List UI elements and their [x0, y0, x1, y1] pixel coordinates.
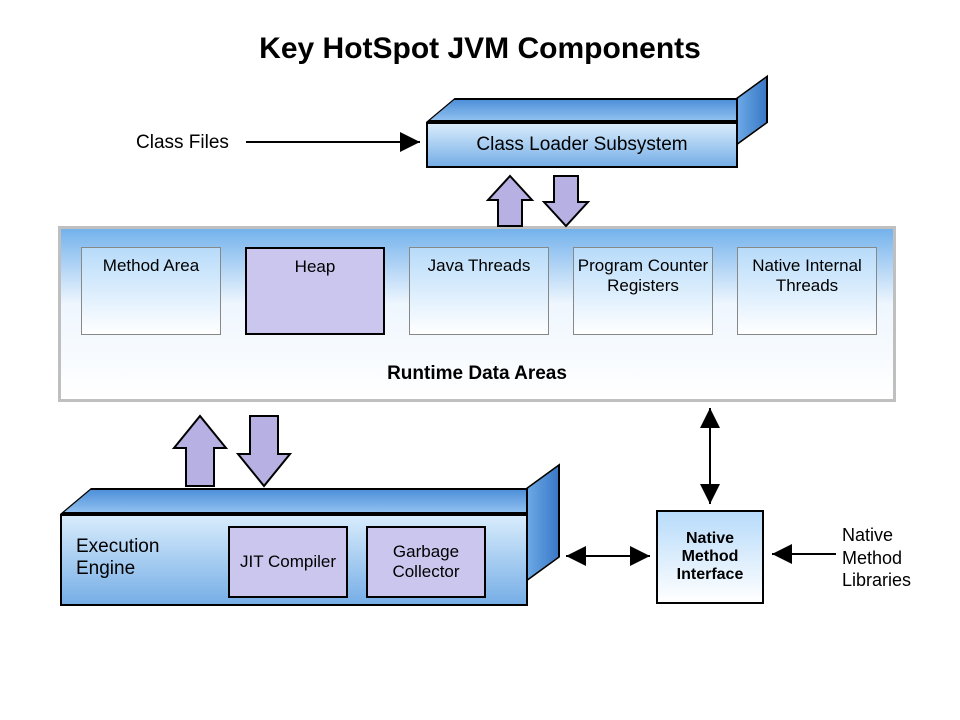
- block-arrow-up-exec: [174, 416, 226, 486]
- method-area-box: Method Area: [81, 247, 221, 335]
- class-loader-box-front: Class Loader Subsystem: [426, 122, 738, 168]
- runtime-data-areas-box: Method Area Heap Java Threads Program Co…: [58, 226, 896, 402]
- diagram-title: Key HotSpot JVM Components: [0, 32, 960, 66]
- pc-registers-box: Program Counter Registers: [573, 247, 713, 335]
- native-method-libraries-label: Native Method Libraries: [842, 524, 952, 592]
- native-method-interface-box: Native Method Interface: [656, 510, 764, 604]
- class-loader-box: Class Loader Subsystem: [426, 122, 766, 188]
- garbage-collector-box: Garbage Collector: [366, 526, 486, 598]
- execution-engine-box-front: Execution Engine JIT Compiler Garbage Co…: [60, 514, 528, 606]
- execution-engine-box-side: [526, 463, 560, 582]
- runtime-data-areas-label: Runtime Data Areas: [61, 363, 893, 385]
- heap-box: Heap: [245, 247, 385, 335]
- class-loader-box-top: [426, 98, 767, 122]
- class-loader-box-side: [736, 75, 768, 146]
- class-files-label: Class Files: [136, 132, 229, 154]
- class-loader-label: Class Loader Subsystem: [476, 134, 687, 156]
- execution-engine-label: Execution Engine: [76, 536, 186, 580]
- jit-compiler-box: JIT Compiler: [228, 526, 348, 598]
- execution-engine-box-top: [60, 488, 559, 514]
- java-threads-box: Java Threads: [409, 247, 549, 335]
- native-threads-box: Native Internal Threads: [737, 247, 877, 335]
- block-arrow-down-exec: [238, 416, 290, 486]
- execution-engine-box: Execution Engine JIT Compiler Garbage Co…: [60, 514, 560, 634]
